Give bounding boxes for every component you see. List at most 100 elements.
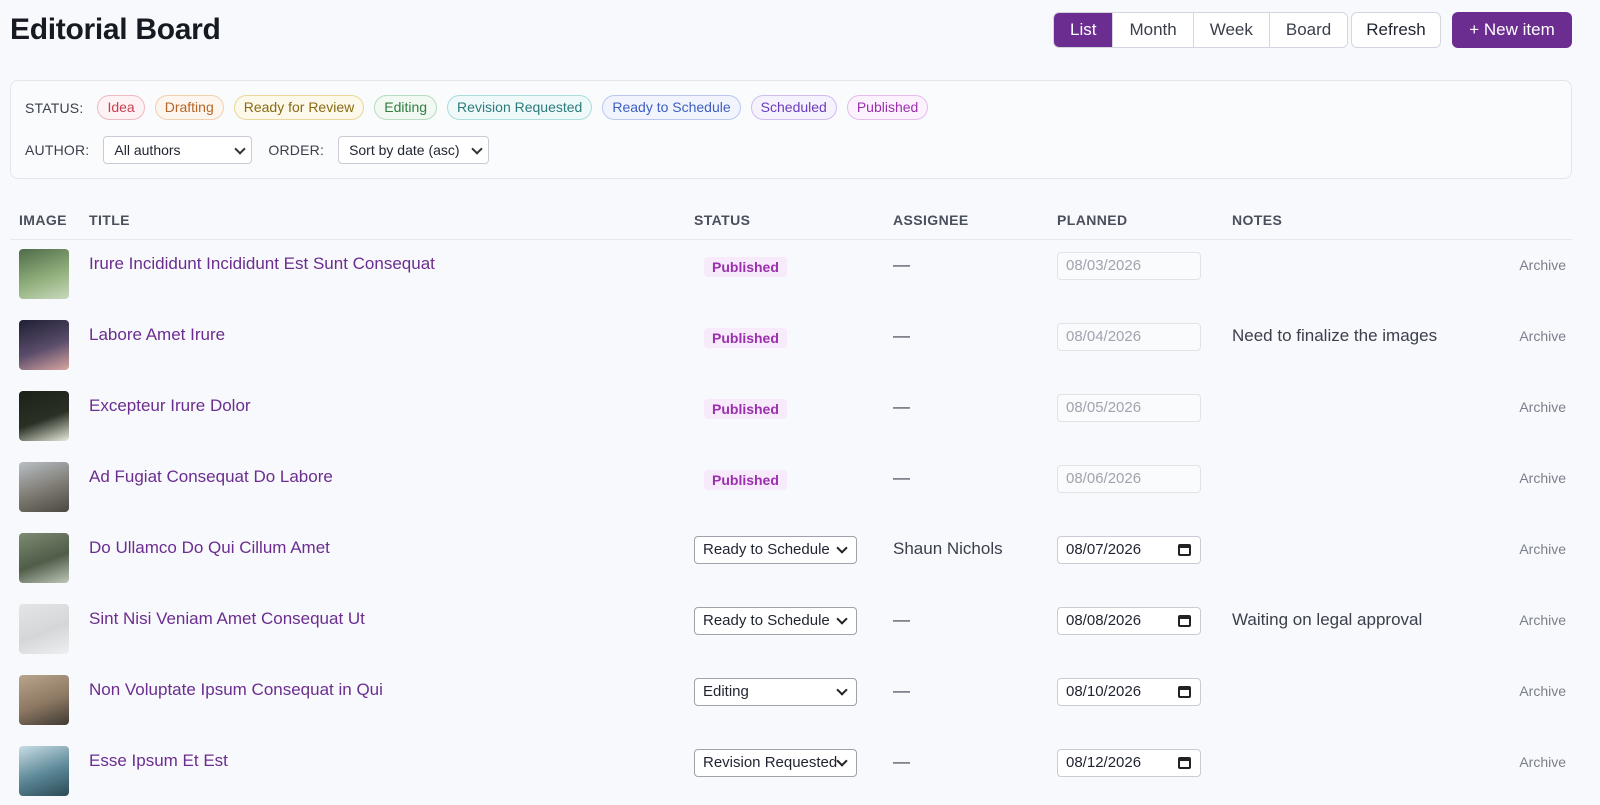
item-title-link[interactable]: Do Ullamco Do Qui Cillum Amet <box>89 538 330 558</box>
planned-date-value: 08/10/2026 <box>1066 683 1142 700</box>
table-row: Sint Nisi Veniam Amet Consequat Ut Ready … <box>10 595 1572 666</box>
view-list-button[interactable]: List <box>1054 13 1114 47</box>
archive-button[interactable]: Archive <box>1519 612 1566 628</box>
archive-button[interactable]: Archive <box>1519 754 1566 770</box>
assignee-text: — <box>893 610 910 629</box>
archive-button[interactable]: Archive <box>1519 683 1566 699</box>
item-title-link[interactable]: Labore Amet Irure <box>89 325 225 345</box>
planned-date-value: 08/12/2026 <box>1066 754 1142 771</box>
status-filter-chip[interactable]: Scheduled <box>750 95 837 120</box>
author-select-value: All authors <box>114 142 181 158</box>
view-month-button[interactable]: Month <box>1113 13 1194 47</box>
assignee-text: — <box>893 681 910 700</box>
column-header-status: STATUS <box>694 212 751 228</box>
status-select[interactable]: Revision Requested <box>694 749 857 777</box>
planned-date-input[interactable]: 08/12/2026 <box>1057 749 1201 777</box>
author-order-filter-row: AUTHOR: All authors ORDER: Sort by date … <box>25 136 490 164</box>
page-header: Editorial Board List Month Week Board Re… <box>10 12 1572 48</box>
view-week-button[interactable]: Week <box>1193 13 1270 47</box>
item-title-link[interactable]: Non Voluptate Ipsum Consequat in Qui <box>89 680 383 700</box>
status-chip-group: Idea Drafting Ready for Review Editing Revis… <box>97 95 938 120</box>
chevron-down-icon <box>836 542 848 554</box>
editorial-board-page: Editorial Board List Month Week Board Re… <box>0 0 1600 805</box>
planned-date-input[interactable]: 08/08/2026 <box>1057 607 1201 635</box>
status-select[interactable]: Ready to Schedule <box>694 607 857 635</box>
thumbnail-image <box>19 675 69 725</box>
column-header-image: IMAGE <box>19 212 67 228</box>
status-badge: Published <box>704 257 787 277</box>
thumbnail-image <box>19 320 69 370</box>
column-header-notes: NOTES <box>1232 212 1283 228</box>
status-filter-row: STATUS: Idea Drafting Ready for Review Edit… <box>25 95 938 120</box>
archive-button[interactable]: Archive <box>1519 328 1566 344</box>
calendar-icon[interactable] <box>1178 686 1191 698</box>
notes-text: Need to finalize the images <box>1232 326 1438 345</box>
content-table: IMAGE TITLE STATUS ASSIGNEE PLANNED NOTE… <box>10 200 1572 805</box>
archive-button[interactable]: Archive <box>1519 257 1566 273</box>
status-filter-chip[interactable]: Idea <box>97 95 145 120</box>
chevron-down-icon <box>234 143 247 155</box>
order-select[interactable]: Sort by date (asc) <box>338 136 490 164</box>
status-select[interactable]: Ready to Schedule <box>694 536 857 564</box>
status-badge: Published <box>704 399 787 419</box>
table-body: Irure Incididunt Incididunt Est Sunt Con… <box>10 240 1572 805</box>
chevron-down-icon <box>836 684 848 696</box>
status-filter-chip[interactable]: Editing <box>374 95 438 120</box>
table-header: IMAGE TITLE STATUS ASSIGNEE PLANNED NOTE… <box>10 200 1572 240</box>
view-board-button[interactable]: Board <box>1269 13 1348 47</box>
filter-panel: STATUS: Idea Drafting Ready for Review Edit… <box>10 80 1572 179</box>
item-title-link[interactable]: Ad Fugiat Consequat Do Labore <box>89 467 333 487</box>
status-filter-chip[interactable]: Drafting <box>154 95 224 120</box>
author-filter-label: AUTHOR: <box>25 142 90 158</box>
planned-date-value: 08/04/2026 <box>1066 328 1142 345</box>
status-badge: Published <box>704 328 787 348</box>
calendar-icon[interactable] <box>1178 544 1191 556</box>
thumbnail-image <box>19 604 69 654</box>
refresh-button[interactable]: Refresh <box>1351 12 1441 48</box>
status-filter-chip[interactable]: Ready to Schedule <box>602 95 741 120</box>
thumbnail-image <box>19 533 69 583</box>
planned-date-input[interactable]: 08/07/2026 <box>1057 536 1201 564</box>
assignee-text: — <box>893 397 910 416</box>
table-row: Do Ullamco Do Qui Cillum Amet Ready to Sc… <box>10 524 1572 595</box>
new-item-button[interactable]: + New item <box>1452 12 1572 48</box>
planned-date-value: 08/08/2026 <box>1066 612 1142 629</box>
status-select-value: Ready to Schedule <box>703 612 830 629</box>
table-row: Labore Amet Irure Published — 08/04/2026 Nee… <box>10 311 1572 382</box>
assignee-text: Shaun Nichols <box>893 539 1003 558</box>
calendar-icon[interactable] <box>1178 615 1191 627</box>
table-row: Irure Incididunt Incididunt Est Sunt Con… <box>10 240 1572 311</box>
order-select-value: Sort by date (asc) <box>349 142 460 158</box>
planned-date-input: 08/03/2026 <box>1057 252 1201 280</box>
archive-button[interactable]: Archive <box>1519 541 1566 557</box>
column-header-assignee: ASSIGNEE <box>893 212 969 228</box>
chevron-down-icon <box>836 613 848 625</box>
thumbnail-image <box>19 746 69 796</box>
status-filter-chip[interactable]: Published <box>846 95 929 120</box>
item-title-link[interactable]: Irure Incididunt Incididunt Est Sunt Con… <box>89 254 435 274</box>
item-title-link[interactable]: Excepteur Irure Dolor <box>89 396 251 416</box>
author-select[interactable]: All authors <box>103 136 253 164</box>
planned-date-input[interactable]: 08/10/2026 <box>1057 678 1201 706</box>
archive-button[interactable]: Archive <box>1519 470 1566 486</box>
calendar-icon[interactable] <box>1178 757 1191 769</box>
planned-date-value: 08/05/2026 <box>1066 399 1142 416</box>
table-row: Esse Ipsum Et Est Revision Requested — 08/1… <box>10 737 1572 805</box>
status-filter-chip[interactable]: Revision Requested <box>447 95 593 120</box>
table-row: Non Voluptate Ipsum Consequat in Qui Edit… <box>10 666 1572 737</box>
assignee-text: — <box>893 326 910 345</box>
item-title-link[interactable]: Sint Nisi Veniam Amet Consequat Ut <box>89 609 365 629</box>
status-select-value: Revision Requested <box>703 754 838 771</box>
chevron-down-icon <box>471 143 483 155</box>
status-filter-chip[interactable]: Ready for Review <box>233 95 365 120</box>
status-select[interactable]: Editing <box>694 678 857 706</box>
page-title: Editorial Board <box>10 13 221 46</box>
status-filter-label: STATUS: <box>25 99 84 116</box>
thumbnail-image <box>19 249 69 299</box>
item-title-link[interactable]: Esse Ipsum Et Est <box>89 751 228 771</box>
status-badge: Published <box>704 470 787 490</box>
archive-button[interactable]: Archive <box>1519 399 1566 415</box>
assignee-text: — <box>893 752 910 771</box>
view-switcher: List Month Week Board <box>1053 12 1349 48</box>
planned-date-input: 08/06/2026 <box>1057 465 1201 493</box>
